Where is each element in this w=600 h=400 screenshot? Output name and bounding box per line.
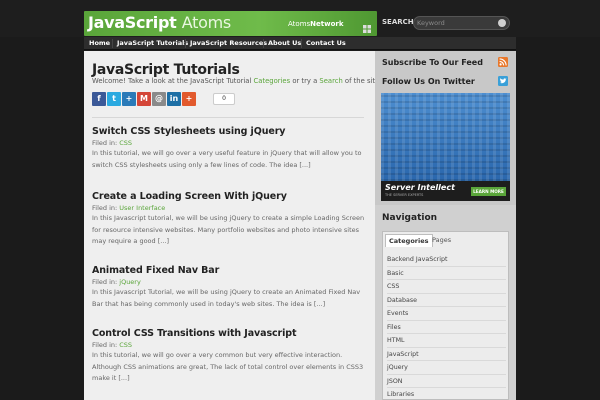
share-icon[interactable]: + — [122, 92, 136, 106]
welcome-pre: Welcome! Take a look at the JavaScript T… — [92, 77, 254, 85]
category-item[interactable]: Basic — [387, 267, 506, 280]
category-item[interactable]: Files — [387, 321, 506, 334]
search-submit-button[interactable] — [498, 19, 506, 27]
category-item[interactable]: HTML — [387, 334, 506, 348]
post-item: Create a Loading Screen With jQuery File… — [92, 191, 367, 248]
facebook-share-icon[interactable]: f — [92, 92, 106, 106]
nav-javascript-tutorials[interactable]: JavaScript Tutorials — [117, 39, 188, 47]
ad-footer: Server Intellect THE SERVER EXPERTS LEAR… — [381, 181, 510, 201]
top-header: JavaScript Atoms AtomsNetwork SEARCH — [0, 0, 600, 37]
nav-contact-us[interactable]: Contact Us — [306, 39, 346, 47]
learn-more-button[interactable]: LEARN MORE — [471, 187, 506, 196]
logo-text: JavaScript Atoms — [88, 13, 231, 32]
category-item[interactable]: Libraries — [387, 388, 506, 400]
category-item[interactable]: JavaScript — [387, 348, 506, 361]
search-box — [413, 16, 510, 30]
title-divider — [92, 117, 364, 118]
post-title[interactable]: Create a Loading Screen With jQuery — [92, 191, 367, 202]
nav-divider — [185, 39, 186, 48]
filed-label: Filed in: — [92, 341, 118, 349]
twitter-share-icon[interactable]: t — [107, 92, 121, 106]
navigation-tabs-panel: Categories Pages Backend JavaScript Basi… — [382, 231, 509, 400]
category-item[interactable]: Database — [387, 294, 506, 307]
main-nav: Home JavaScript Tutorials JavaScript Res… — [84, 37, 516, 50]
ad-tagline: THE SERVER EXPERTS — [385, 193, 424, 197]
main-content: JavaScript Tutorials Welcome! Take a loo… — [84, 51, 382, 400]
post-title[interactable]: Animated Fixed Nav Bar — [92, 265, 367, 276]
category-item[interactable]: CSS — [387, 280, 506, 294]
nav-about-us[interactable]: About Us — [268, 39, 301, 47]
search-label: SEARCH — [382, 18, 414, 26]
post-title[interactable]: Control CSS Transitions with Javascript — [92, 328, 367, 339]
share-count: 0 — [213, 93, 235, 105]
post-item: Control CSS Transitions with Javascript … — [92, 328, 367, 385]
linkedin-share-icon[interactable]: in — [167, 92, 181, 106]
post-filed-in: Filed in: CSS — [92, 341, 367, 349]
welcome-text: Welcome! Take a look at the JavaScript T… — [92, 77, 382, 85]
welcome-mid: or try a — [290, 77, 320, 85]
gmail-share-icon[interactable]: M — [137, 92, 151, 106]
network-bold: Network — [310, 20, 344, 28]
navigation-title: Navigation — [382, 213, 438, 223]
nav-javascript-resources[interactable]: JavaScript Resources — [190, 39, 267, 47]
post-filed-in: Filed in: CSS — [92, 139, 367, 147]
nav-home[interactable]: Home — [89, 39, 110, 47]
nav-divider — [112, 39, 113, 48]
post-category-link[interactable]: CSS — [119, 341, 132, 349]
post-filed-in: Filed in: jQuery — [92, 278, 367, 286]
logo-bold: JavaScript — [88, 13, 177, 32]
page-title: JavaScript Tutorials — [92, 62, 240, 78]
nav-divider — [263, 39, 264, 48]
post-category-link[interactable]: CSS — [119, 139, 132, 147]
category-item[interactable]: JSON — [387, 375, 506, 388]
rss-icon — [498, 57, 508, 67]
filed-label: Filed in: — [92, 204, 118, 212]
feed-title: Subscribe To Our Feed — [382, 58, 483, 67]
atoms-network-link[interactable]: AtomsNetwork — [288, 20, 344, 28]
post-excerpt: In this tutorial, we will go over a very… — [92, 351, 364, 382]
twitter-title: Follow Us On Twitter — [382, 77, 475, 86]
category-item[interactable]: jQuery — [387, 361, 506, 375]
more-share-icon[interactable]: + — [182, 92, 196, 106]
category-item[interactable]: Backend JavaScript — [387, 253, 506, 267]
filed-label: Filed in: — [92, 278, 118, 286]
server-intellect-ad[interactable]: Server Intellect THE SERVER EXPERTS LEAR… — [381, 93, 510, 201]
post-item: Animated Fixed Nav Bar Filed in: jQuery … — [92, 265, 367, 310]
navigation-widget: Navigation Categories Pages Backend Java… — [375, 205, 516, 400]
post-excerpt: In this Javascript tutorial, we will be … — [92, 214, 365, 245]
logo-thin: Atoms — [181, 13, 231, 32]
post-item: Switch CSS Stylesheets using jQuery File… — [92, 126, 367, 171]
atoms-network-icon — [363, 25, 371, 33]
post-filed-in: Filed in: User Interface — [92, 204, 367, 212]
network-prefix: Atoms — [288, 20, 311, 28]
post-category-link[interactable]: User Interface — [119, 204, 165, 212]
tab-categories[interactable]: Categories — [385, 234, 433, 247]
email-share-icon[interactable]: @ — [152, 92, 166, 106]
post-excerpt: In this tutorial, we will go over a very… — [92, 149, 362, 169]
twitter-icon — [498, 76, 508, 86]
post-excerpt: In this Javascript Tutorial, we will be … — [92, 288, 361, 308]
ad-image — [381, 93, 510, 181]
post-category-link[interactable]: jQuery — [119, 278, 141, 286]
post-title[interactable]: Switch CSS Stylesheets using jQuery — [92, 126, 367, 137]
twitter-widget[interactable]: Follow Us On Twitter — [375, 72, 516, 90]
feed-widget[interactable]: Subscribe To Our Feed — [375, 53, 516, 71]
ad-brand: Server Intellect — [385, 183, 455, 192]
categories-link[interactable]: Categories — [254, 77, 291, 85]
nav-divider — [301, 39, 302, 48]
tab-pages[interactable]: Pages — [429, 234, 454, 247]
category-item[interactable]: Events — [387, 307, 506, 321]
sidebar: Subscribe To Our Feed Follow Us On Twitt… — [375, 51, 516, 400]
filed-label: Filed in: — [92, 139, 118, 147]
search-input[interactable] — [417, 18, 493, 28]
search-link[interactable]: Search — [319, 77, 342, 85]
